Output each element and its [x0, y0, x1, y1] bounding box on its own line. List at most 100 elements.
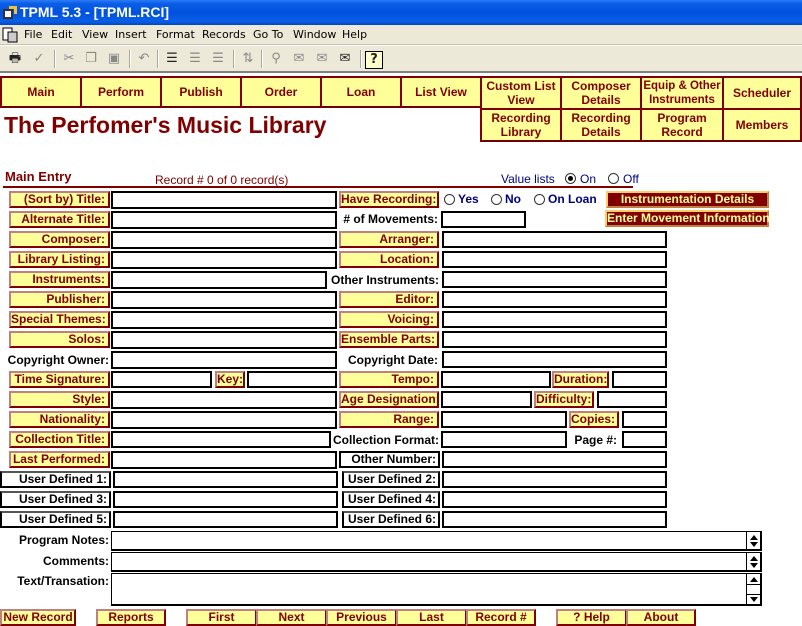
have-recording-no-radio[interactable] [491, 194, 502, 205]
text-translation-field[interactable] [111, 573, 762, 606]
print-icon[interactable]: 🖶 [5, 49, 25, 69]
voicing-field[interactable] [442, 311, 667, 328]
menu-help[interactable]: Help [342, 28, 367, 41]
have-recording-on-loan-radio[interactable] [534, 194, 545, 205]
menu-go-to[interactable]: Go To [253, 28, 283, 41]
difficulty-field[interactable] [597, 391, 667, 408]
menu-format[interactable]: Format [156, 28, 195, 41]
special-themes-field[interactable] [111, 311, 337, 329]
program-notes-scrollbar[interactable] [746, 532, 760, 549]
nav-equip-other-instruments[interactable]: Equip & Other Instruments [640, 76, 724, 110]
scroll-up-icon[interactable] [750, 535, 758, 540]
nav-program-record[interactable]: Program Record [640, 108, 724, 142]
menu-view[interactable]: View [82, 28, 108, 41]
menu-file[interactable]: File [24, 28, 42, 41]
duplicate-record-icon[interactable]: ☰ [185, 49, 205, 69]
nav-main[interactable]: Main [0, 76, 82, 108]
undo-icon[interactable]: ↶ [134, 49, 154, 69]
arranger-field[interactable] [442, 231, 667, 248]
nationality-field[interactable] [111, 411, 337, 429]
range-field[interactable] [441, 411, 567, 428]
value-lists-off-radio[interactable] [608, 173, 619, 184]
publisher-field[interactable] [111, 291, 337, 309]
user-defined-3-field[interactable] [113, 491, 338, 508]
sort-icon[interactable]: ⇅ [238, 49, 258, 69]
last-performed-field[interactable] [111, 451, 337, 469]
movements-field[interactable] [441, 211, 526, 228]
page-field[interactable] [622, 431, 667, 448]
delete-record-icon[interactable]: ☰ [208, 49, 228, 69]
scroll-down-icon[interactable] [750, 563, 758, 568]
open-url-icon[interactable]: ✉ [335, 49, 355, 69]
spell-check-icon[interactable]: ✓ [29, 49, 49, 69]
program-notes-field[interactable] [111, 531, 762, 551]
age-designation-field[interactable] [441, 391, 532, 408]
nav-members[interactable]: Members [722, 108, 802, 142]
nav-loan[interactable]: Loan [320, 76, 402, 108]
location-field[interactable] [442, 251, 667, 268]
send-mail-icon[interactable]: ✉ [289, 49, 309, 69]
copyright-owner-field[interactable] [111, 351, 337, 369]
enter-movement-information-button[interactable]: Enter Movement Information [605, 210, 770, 227]
composer-field[interactable] [111, 231, 337, 249]
text-translation-scrollbar[interactable] [746, 574, 760, 604]
nav-composer-details[interactable]: Composer Details [560, 76, 642, 110]
comments-scrollbar[interactable] [746, 553, 760, 570]
scroll-down-icon[interactable] [750, 597, 758, 602]
user-defined-2-field[interactable] [442, 471, 667, 488]
previous-button[interactable]: Previous [326, 609, 397, 626]
nav-custom-list-view[interactable]: Custom List View [480, 76, 562, 110]
menu-insert[interactable]: Insert [115, 28, 147, 41]
menu-window[interactable]: Window [293, 28, 336, 41]
library-listing-field[interactable] [111, 251, 337, 269]
record-number-button[interactable]: Record # [466, 609, 536, 626]
scroll-up-icon[interactable] [750, 577, 758, 582]
alternate-title-field[interactable] [111, 211, 337, 229]
scroll-down-icon[interactable] [750, 542, 758, 547]
nav-order[interactable]: Order [240, 76, 322, 108]
help-icon[interactable]: ? [365, 51, 383, 69]
next-button[interactable]: Next [256, 609, 327, 626]
value-lists-on-radio[interactable] [565, 173, 576, 184]
have-recording-yes-radio[interactable] [444, 194, 455, 205]
send-icon[interactable]: ✉ [312, 49, 332, 69]
solos-field[interactable] [111, 331, 337, 349]
user-defined-4-field[interactable] [442, 491, 667, 508]
first-button[interactable]: First [186, 609, 257, 626]
editor-field[interactable] [442, 291, 667, 308]
document-icon[interactable] [2, 27, 18, 43]
nav-recording-details[interactable]: Recording Details [560, 108, 642, 142]
user-defined-1-field[interactable] [113, 471, 338, 488]
cut-icon[interactable]: ✂ [59, 49, 79, 69]
tempo-field[interactable] [441, 371, 551, 388]
app-icon[interactable] [2, 4, 18, 20]
style-field[interactable] [111, 391, 337, 409]
collection-format-field[interactable] [441, 431, 567, 448]
key-field[interactable] [247, 371, 337, 388]
other-instruments-field[interactable] [442, 271, 667, 288]
nav-perform[interactable]: Perform [80, 76, 162, 108]
comments-field[interactable] [111, 552, 762, 572]
help-button[interactable]: ? Help [556, 609, 627, 626]
user-defined-5-field[interactable] [113, 511, 338, 528]
new-record-icon[interactable]: ☰ [162, 49, 182, 69]
nav-scheduler[interactable]: Scheduler [722, 76, 802, 110]
copyright-date-field[interactable] [442, 351, 667, 368]
find-icon[interactable]: ⚲ [266, 49, 286, 69]
menu-edit[interactable]: Edit [51, 28, 72, 41]
copy-icon[interactable]: ❐ [81, 49, 101, 69]
user-defined-6-field[interactable] [442, 511, 667, 528]
menu-records[interactable]: Records [202, 28, 246, 41]
reports-button[interactable]: Reports [96, 609, 166, 626]
copies-field[interactable] [622, 411, 667, 428]
nav-publish[interactable]: Publish [160, 76, 242, 108]
about-button[interactable]: About [626, 609, 696, 626]
collection-title-field[interactable] [111, 431, 331, 448]
instruments-field[interactable] [111, 271, 327, 289]
nav-list-view[interactable]: List View [400, 76, 482, 108]
other-number-field[interactable] [442, 451, 667, 468]
time-signature-field[interactable] [111, 371, 212, 388]
duration-field[interactable] [612, 371, 667, 388]
sort-title-field[interactable] [111, 191, 337, 209]
nav-recording-library[interactable]: Recording Library [480, 108, 562, 142]
